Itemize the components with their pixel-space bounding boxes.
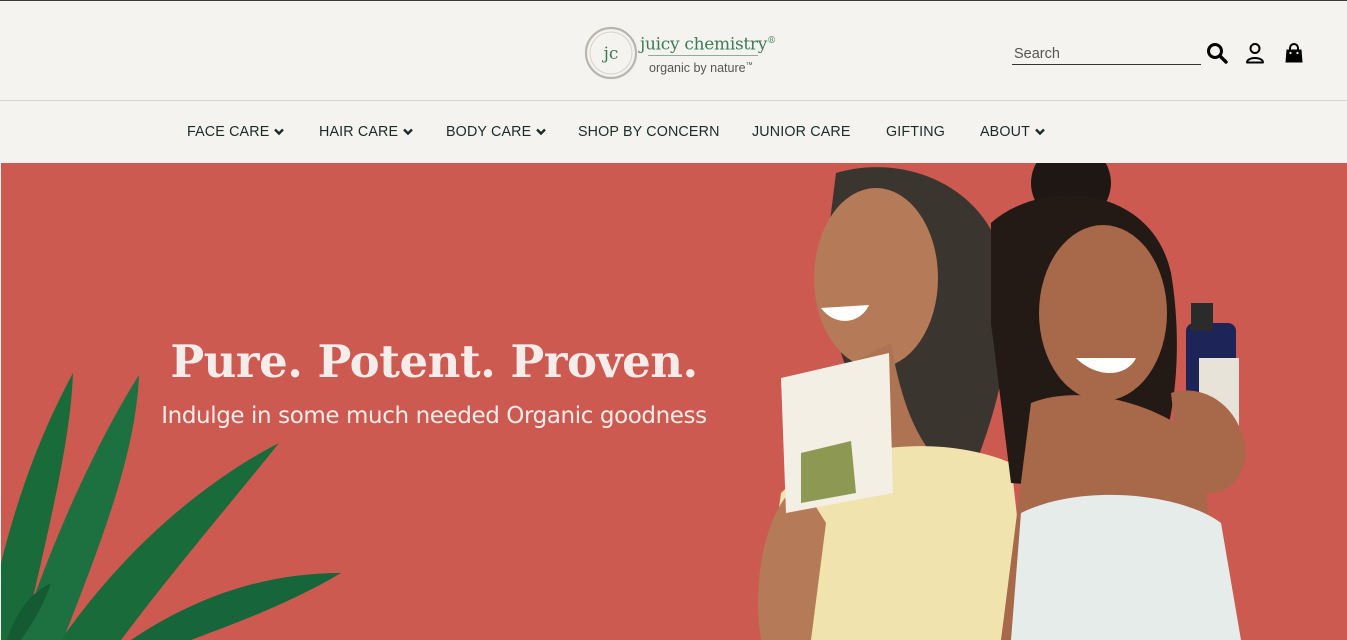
logo-tagline: organic by nature™ (649, 61, 753, 76)
brand-logo[interactable]: jc juicy chemistry® organic by nature™ (584, 25, 794, 81)
shopping-bag-icon[interactable] (1282, 41, 1306, 65)
nav-item-label: GIFTING (886, 124, 946, 140)
chevron-down-icon (403, 128, 414, 136)
nav-item-label: FACE CARE (187, 124, 270, 140)
nav-item-about[interactable]: ABOUT (980, 123, 1045, 141)
nav-item-label: HAIR CARE (319, 124, 399, 140)
nav-item-junior-care[interactable]: JUNIOR CARE (752, 123, 851, 141)
chevron-down-icon (274, 128, 285, 136)
nav-item-gifting[interactable]: GIFTING (886, 123, 945, 141)
nav-item-body-care[interactable]: BODY CARE (446, 123, 547, 141)
nav-item-shop-by-concern[interactable]: SHOP BY CONCERN (578, 123, 720, 141)
site-header: jc juicy chemistry® organic by nature™ (0, 1, 1347, 101)
nav-item-label: JUNIOR CARE (752, 124, 851, 140)
user-icon[interactable] (1243, 41, 1267, 65)
logo-initials: jc (602, 44, 619, 64)
logo-divider (648, 55, 758, 57)
logo-name: juicy chemistry® (640, 34, 776, 55)
chevron-down-icon (1035, 128, 1045, 136)
logo-monogram-icon: jc (584, 26, 638, 80)
hero-title: Pure. Potent. Proven. (170, 335, 698, 388)
nav-item-label: ABOUT (980, 124, 1031, 140)
nav-item-label: SHOP BY CONCERN (578, 124, 720, 140)
nav-item-hair-care[interactable]: HAIR CARE (319, 123, 414, 141)
nav-item-label: BODY CARE (446, 124, 532, 140)
hero-subtitle: Indulge in some much needed Organic good… (161, 403, 707, 429)
search-box (1012, 43, 1201, 65)
hero-banner[interactable]: Pure. Potent. Proven. Indulge in some mu… (1, 163, 1347, 640)
main-nav: FACE CARE HAIR CARE BODY CARE SHOP BY CO… (0, 102, 1347, 163)
nav-item-face-care[interactable]: FACE CARE (187, 123, 285, 141)
search-input[interactable] (1012, 43, 1201, 64)
logo-text: juicy chemistry® organic by nature™ (640, 31, 776, 76)
chevron-down-icon (536, 128, 547, 136)
search-icon[interactable] (1205, 41, 1229, 65)
hero-models-image (757, 163, 1246, 640)
